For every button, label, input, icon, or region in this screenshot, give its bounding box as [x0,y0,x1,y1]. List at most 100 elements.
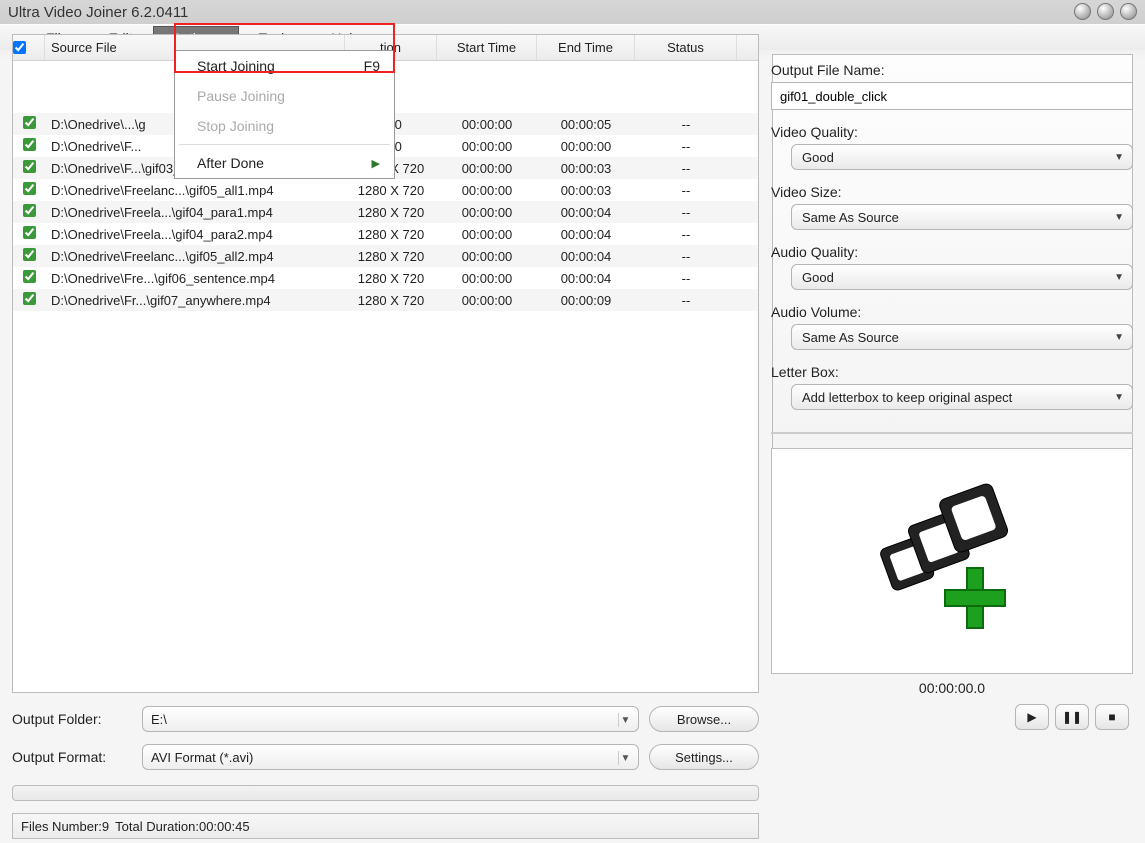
output-folder-value: E:\ [151,712,167,727]
row-end: 00:00:04 [537,205,635,220]
row-start: 00:00:00 [437,293,537,308]
row-checkbox[interactable] [13,292,45,308]
row-checkbox[interactable] [13,116,45,132]
row-file: D:\Onedrive\Freela...\gif04_para2.mp4 [45,227,345,242]
menu-after-done-label: After Done [197,155,264,171]
row-resolution: 1280 X 720 [345,293,437,308]
output-settings: Output Folder: E:\ ▼ Browse... Output Fo… [12,701,759,839]
table-row[interactable]: D:\Onedrive\Freelanc...\gif05_all1.mp412… [13,179,758,201]
row-checkbox[interactable] [13,270,45,286]
table-row[interactable]: D:\Onedrive\Freelanc...\gif05_all2.mp412… [13,245,758,267]
menu-start-joining-shortcut: F9 [364,58,380,74]
row-checkbox[interactable] [13,160,45,176]
row-start: 00:00:00 [437,205,537,220]
audio-volume-label: Audio Volume: [771,304,1133,320]
row-end: 00:00:09 [537,293,635,308]
row-file: D:\Onedrive\Freelanc...\gif05_all1.mp4 [45,183,345,198]
submenu-arrow-icon: ▶ [372,157,380,170]
menu-separator [179,144,390,145]
row-end: 00:00:03 [537,161,635,176]
audio-quality-select[interactable]: Good▼ [791,264,1133,290]
main-area: Source File tion Start Time End Time Sta… [0,112,1145,843]
audio-quality-label: Audio Quality: [771,244,1133,260]
row-checkbox[interactable] [13,248,45,264]
letterbox-value: Add letterbox to keep original aspect [802,390,1012,405]
menu-stop-joining-label: Stop Joining [197,118,274,134]
row-status: -- [635,183,737,198]
browse-button[interactable]: Browse... [649,706,759,732]
row-start: 00:00:00 [437,161,537,176]
video-quality-label: Video Quality: [771,124,1133,140]
col-status[interactable]: Status [635,35,737,60]
audio-quality-value: Good [802,270,834,285]
row-file: D:\Onedrive\Fr...\gif07_anywhere.mp4 [45,293,345,308]
maximize-button[interactable] [1097,3,1114,20]
row-start: 00:00:00 [437,183,537,198]
row-resolution: 1280 X 720 [345,183,437,198]
row-status: -- [635,117,737,132]
chevron-down-icon: ▼ [1114,152,1124,163]
menu-start-joining[interactable]: Start Joining F9 [175,51,394,81]
preview-pause-button[interactable]: ❚❚ [1055,704,1089,730]
preview-stop-button[interactable]: ■ [1095,704,1129,730]
row-start: 00:00:00 [437,139,537,154]
row-resolution: 1280 X 720 [345,227,437,242]
menu-start-joining-label: Start Joining [197,58,275,74]
row-status: -- [635,139,737,154]
minimize-button[interactable] [1074,3,1091,20]
col-end-time[interactable]: End Time [537,35,635,60]
chevron-down-icon: ▼ [618,713,632,727]
left-panel: Source File tion Start Time End Time Sta… [0,112,763,843]
row-end: 00:00:03 [537,183,635,198]
status-bar: Files Number:9 Total Duration:00:00:45 [12,813,759,839]
row-checkbox[interactable] [13,182,45,198]
table-row[interactable]: D:\Onedrive\Fre...\gif06_sentence.mp4128… [13,267,758,289]
app-logo-icon [867,476,1037,646]
output-name-label: Output File Name: [771,62,1133,78]
preview-controls: ▶ ❚❚ ■ [771,704,1133,730]
row-resolution: 1280 X 720 [345,249,437,264]
menu-after-done[interactable]: After Done ▶ [175,148,394,178]
preview-play-button[interactable]: ▶ [1015,704,1049,730]
output-name-input[interactable] [771,82,1133,110]
preview-box [771,448,1133,674]
output-format-combo[interactable]: AVI Format (*.avi) ▼ [142,744,639,770]
col-start-time[interactable]: Start Time [437,35,537,60]
video-quality-select[interactable]: Good ▼ [791,144,1133,170]
status-duration: Total Duration:00:00:45 [115,819,249,834]
close-button[interactable] [1120,3,1137,20]
progress-bar [12,785,759,801]
video-size-select[interactable]: Same As Source▼ [791,204,1133,230]
row-status: -- [635,161,737,176]
video-quality-value: Good [802,150,834,165]
row-checkbox[interactable] [13,204,45,220]
row-file: D:\Onedrive\Freela...\gif04_para1.mp4 [45,205,345,220]
row-file: D:\Onedrive\Fre...\gif06_sentence.mp4 [45,271,345,286]
table-row[interactable]: D:\Onedrive\Freela...\gif04_para1.mp4128… [13,201,758,223]
output-folder-combo[interactable]: E:\ ▼ [142,706,639,732]
chevron-down-icon: ▼ [1114,392,1124,403]
row-status: -- [635,205,737,220]
row-checkbox[interactable] [13,226,45,242]
letterbox-select[interactable]: Add letterbox to keep original aspect ▼ [791,384,1133,410]
row-file: D:\Onedrive\Freelanc...\gif05_all2.mp4 [45,249,345,264]
table-row[interactable]: D:\Onedrive\Freela...\gif04_para2.mp4128… [13,223,758,245]
menu-pause-joining: Pause Joining [175,81,394,111]
video-size-label: Video Size: [771,184,1133,200]
row-end: 00:00:04 [537,227,635,242]
settings-button[interactable]: Settings... [649,744,759,770]
menu-pause-joining-label: Pause Joining [197,88,285,104]
window-title: Ultra Video Joiner 6.2.0411 [8,4,188,21]
row-checkbox[interactable] [13,138,45,154]
actions-dropdown: Start Joining F9 Pause Joining Stop Join… [174,50,395,179]
output-format-value: AVI Format (*.avi) [151,750,253,765]
col-checkbox[interactable] [13,35,45,60]
audio-volume-select[interactable]: Same As Source▼ [791,324,1133,350]
row-start: 00:00:00 [437,227,537,242]
divider [771,432,1133,434]
letterbox-label: Letter Box: [771,364,1133,380]
table-row[interactable]: D:\Onedrive\Fr...\gif07_anywhere.mp41280… [13,289,758,311]
audio-volume-value: Same As Source [802,330,899,345]
row-status: -- [635,227,737,242]
right-panel: Output File Name: Video Quality: Good ▼ V… [763,62,1145,793]
